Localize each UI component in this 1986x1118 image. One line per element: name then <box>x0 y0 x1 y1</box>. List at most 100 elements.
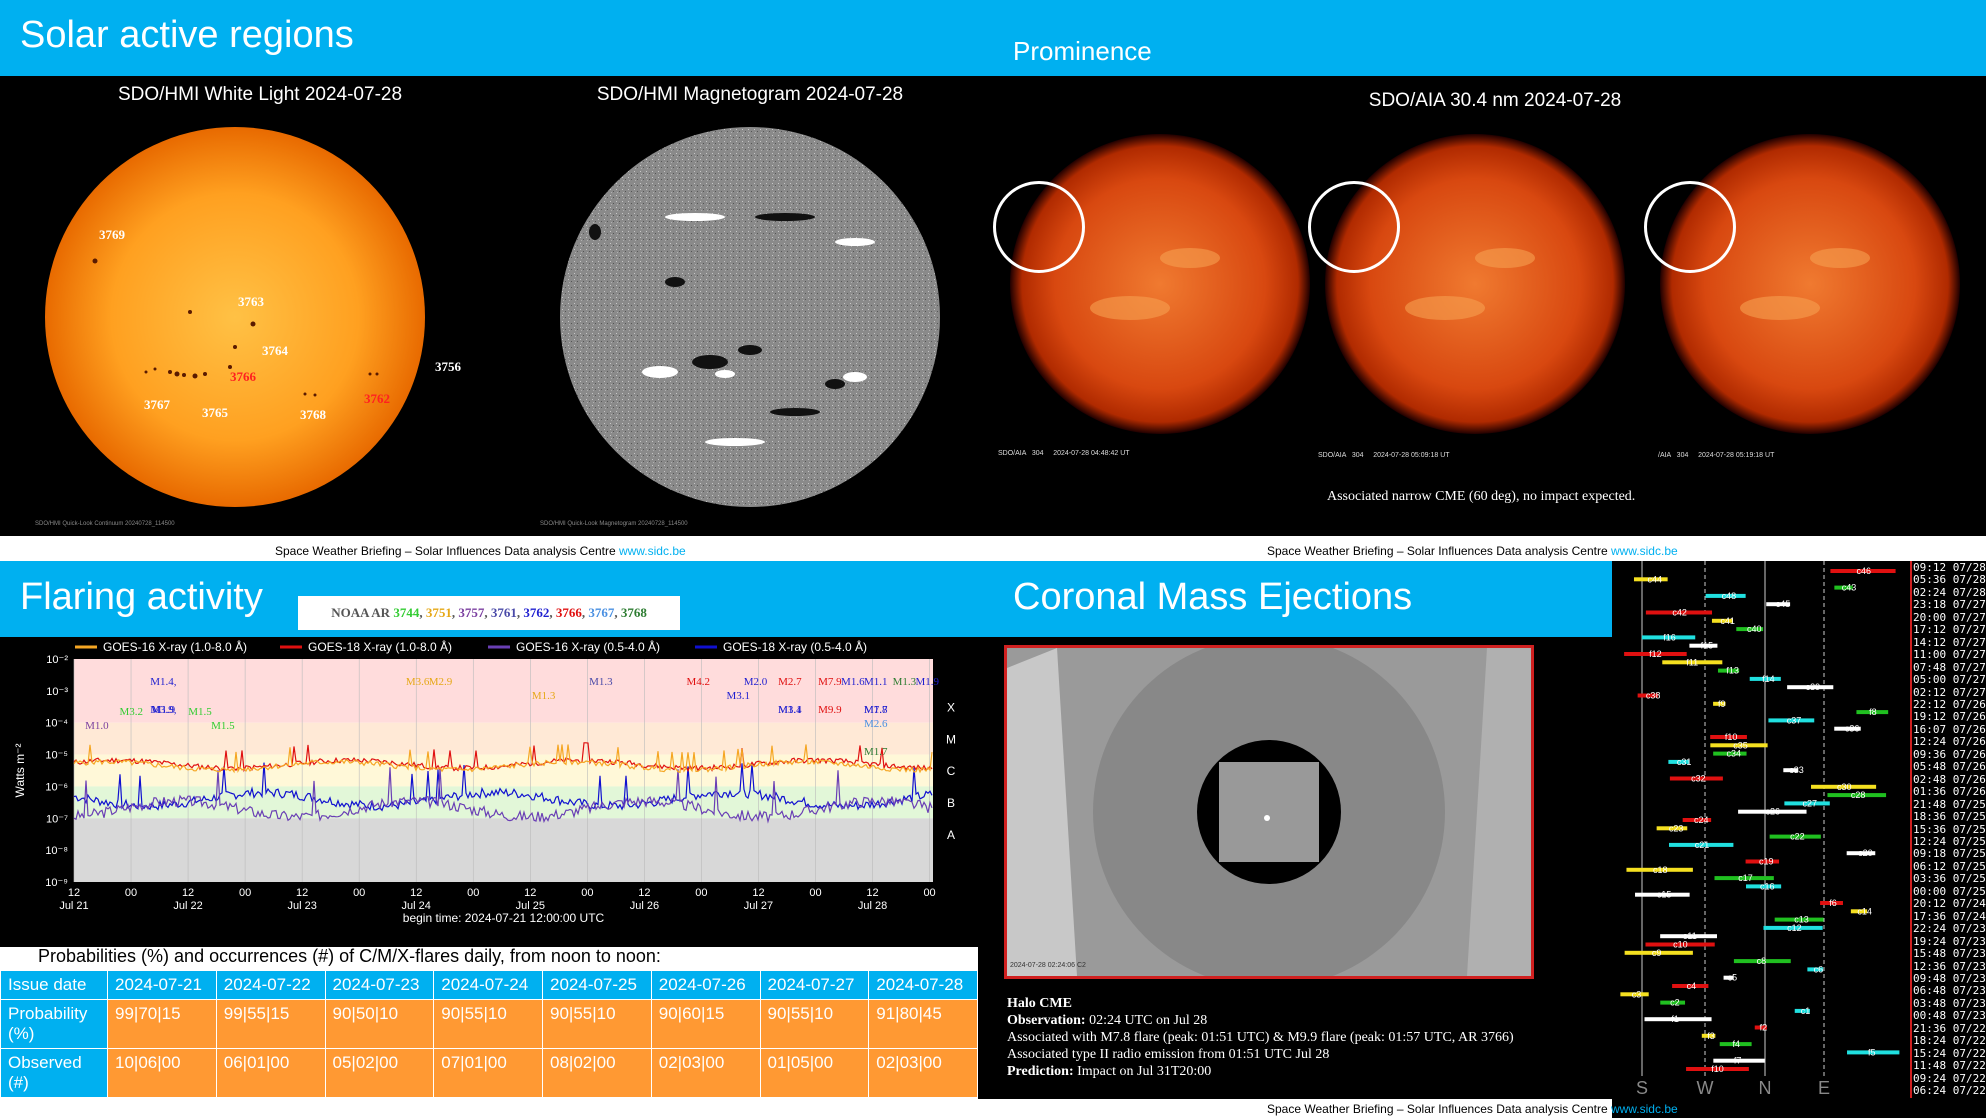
cactus-cme-label: c33 <box>1789 765 1804 775</box>
x-tick-label: 00 <box>353 887 365 899</box>
y-tick-label: 10⁻² <box>46 654 68 666</box>
flare-probability-table: Issue date 2024-07-21 2024-07-22 2024-07-23… <box>0 970 978 1098</box>
flare-class-band <box>74 722 933 755</box>
cme-description: Halo CME Observation: 02:24 UTC on Jul 2… <box>1007 995 1587 1080</box>
flare-label: M1.4, <box>150 676 177 688</box>
legend-entry: GOES-16 X-ray (1.0-8.0 Å) <box>103 639 247 654</box>
cactus-cme-label: c42 <box>1672 608 1687 618</box>
table-cell: 01|05|00 <box>759 1048 870 1098</box>
row-label: Issue date <box>0 970 108 1000</box>
cactus-cme-label: c41 <box>1720 616 1735 626</box>
flare-label: M1.3 <box>532 690 556 702</box>
cactus-cme-label: c30 <box>1837 782 1852 792</box>
x-tick-label: 00 <box>467 887 479 899</box>
table-cell: 08|02|00 <box>542 1048 652 1098</box>
flare-label: M1.1 <box>778 704 802 716</box>
table-cell: 05|02|00 <box>324 1048 435 1098</box>
table-header-row: Issue date 2024-07-21 2024-07-22 2024-07-23… <box>0 970 978 1000</box>
cactus-cme-label: c38 <box>1646 691 1661 701</box>
legend-entry: GOES-18 X-ray (1.0-8.0 Å) <box>308 639 452 654</box>
x-tick-label: 00 <box>581 887 593 899</box>
cactus-cme-label: f5 <box>1868 1047 1876 1057</box>
flare-label: M9.9 <box>818 704 842 716</box>
table-cell: 99|55|15 <box>215 999 326 1049</box>
cactus-cme-label: c23 <box>1669 823 1684 833</box>
flare-label: M1.3 <box>589 676 613 688</box>
flare-label: M4.2 <box>686 676 710 688</box>
probability-caption: Probabilities (%) and occurrences (#) of… <box>38 946 661 966</box>
active-regions-title: Solar active regions <box>20 14 354 56</box>
sidc-link[interactable]: www.sidc.be <box>1611 544 1678 558</box>
cactus-cme-label: f16 <box>1663 632 1676 642</box>
table-cell: 02|03|00 <box>868 1048 978 1098</box>
prominence-circle-3 <box>1644 181 1736 273</box>
active-region-label: 3768 <box>300 407 326 422</box>
noaa-region-list: 3744, 3751, 3757, 3761, 3762, 3766, 3767… <box>393 605 647 620</box>
cactus-cme-label: f10 <box>1711 1064 1724 1074</box>
legend-entry: GOES-18 X-ray (0.5-4.0 Å) <box>723 639 867 654</box>
y-tick-label: 10⁻⁶ <box>45 781 68 793</box>
cactus-cme-label: f6 <box>1829 898 1837 908</box>
halo-label: Halo CME <box>1007 996 1072 1011</box>
table-cell: 2024-07-23 <box>324 970 435 1000</box>
active-region-label: 3769 <box>99 227 125 242</box>
x-tick-label: 12 <box>182 887 194 899</box>
cactus-cme-label: c21 <box>1695 840 1710 850</box>
table-cell: 07|01|00 <box>433 1048 543 1098</box>
table-cell: 90|60|15 <box>650 999 761 1049</box>
active-region-label: 3762 <box>364 391 390 406</box>
x-tick-label: 00 <box>695 887 707 899</box>
table-cell: 99|70|15 <box>107 999 217 1049</box>
cactus-cme-label: c37 <box>1787 715 1802 725</box>
noaa-prefix: NOAA AR <box>331 605 391 620</box>
noaa-region: 3761 <box>490 605 517 620</box>
active-region-label: 3766 <box>230 369 256 384</box>
cme-association-flares: Associated with M7.8 flare (peak: 01:51 … <box>1007 1030 1514 1045</box>
y-axis-label: Watts m⁻² <box>13 744 27 798</box>
x-tick-label: 00 <box>923 887 935 899</box>
cactus-cme-label: c4 <box>1687 981 1697 991</box>
flare-label: M1.9 <box>916 676 940 688</box>
legend-entry: GOES-16 X-ray (0.5-4.0 Å) <box>516 639 660 654</box>
footer-top-right: Space Weather Briefing – Solar Influence… <box>1267 544 1678 558</box>
flare-label: M2.6 <box>864 718 888 730</box>
cactus-cme-label: c15 <box>1657 890 1672 900</box>
cactus-cme-label: c32 <box>1691 774 1706 784</box>
cactus-cme-label: f11 <box>1686 657 1698 667</box>
cactus-timestamps: 09:12 07/28 05:36 07/28 02:24 07/28 23:1… <box>1913 561 1986 1098</box>
cactus-cme-label: c16 <box>1760 881 1775 891</box>
flare-class-label: C <box>947 764 956 778</box>
cme-association-radio: Associated type II radio emission from 0… <box>1007 1047 1330 1062</box>
flare-class-label: A <box>947 828 955 842</box>
aia-stamp-1: SDO/AIA 304 2024-07-28 04:48:42 UT <box>998 450 1130 457</box>
cactus-cme-label: f8 <box>1869 707 1877 717</box>
sidc-link[interactable]: www.sidc.be <box>1611 1102 1678 1116</box>
table-cell: 90|55|10 <box>759 999 870 1049</box>
cactus-cme-label: c3 <box>1632 989 1642 999</box>
active-region-label: 3767 <box>144 397 170 412</box>
cactus-cme-label: c45 <box>1776 599 1791 609</box>
cactus-cme-label: c1 <box>1801 1006 1811 1016</box>
cactus-cme-label: f3 <box>1707 1031 1715 1041</box>
magnetogram-stamp: SDO/HMI Quick-Look Magnetogram 20240728_… <box>540 521 688 527</box>
lasco-stamp: 2024-07-28 02:24:06 C2 <box>1010 962 1086 969</box>
cme-observation: Observation: 02:24 UTC on Jul 28 <box>1007 1013 1208 1028</box>
prominence-circle-2 <box>1308 181 1400 273</box>
cactus-cme-label: f2 <box>1760 1023 1768 1033</box>
active-region-label: 3765 <box>202 405 228 420</box>
cactus-direction-label: N <box>1759 1078 1772 1098</box>
noaa-region: 3767 <box>588 605 615 620</box>
sidc-link[interactable]: www.sidc.be <box>619 544 686 558</box>
cactus-cme-label: c6 <box>1814 964 1824 974</box>
x-tick-date: Jul 28 <box>858 900 887 912</box>
cactus-cme-label: c17 <box>1738 873 1753 883</box>
active-region-label: 3764 <box>262 343 288 358</box>
cactus-cme-label: f4 <box>1732 1039 1740 1049</box>
table-cell: 2024-07-21 <box>107 970 217 1000</box>
flare-label: M7.9 <box>818 676 842 688</box>
prominence-title: Prominence <box>1013 36 1152 66</box>
aia-caption: SDO/AIA 30.4 nm 2024-07-28 <box>1368 90 1622 111</box>
x-tick-label: 12 <box>68 887 80 899</box>
aia-stamp-2: SDO/AIA 304 2024-07-28 05:09:18 UT <box>1318 452 1450 459</box>
noaa-region: 3766 <box>555 605 582 620</box>
